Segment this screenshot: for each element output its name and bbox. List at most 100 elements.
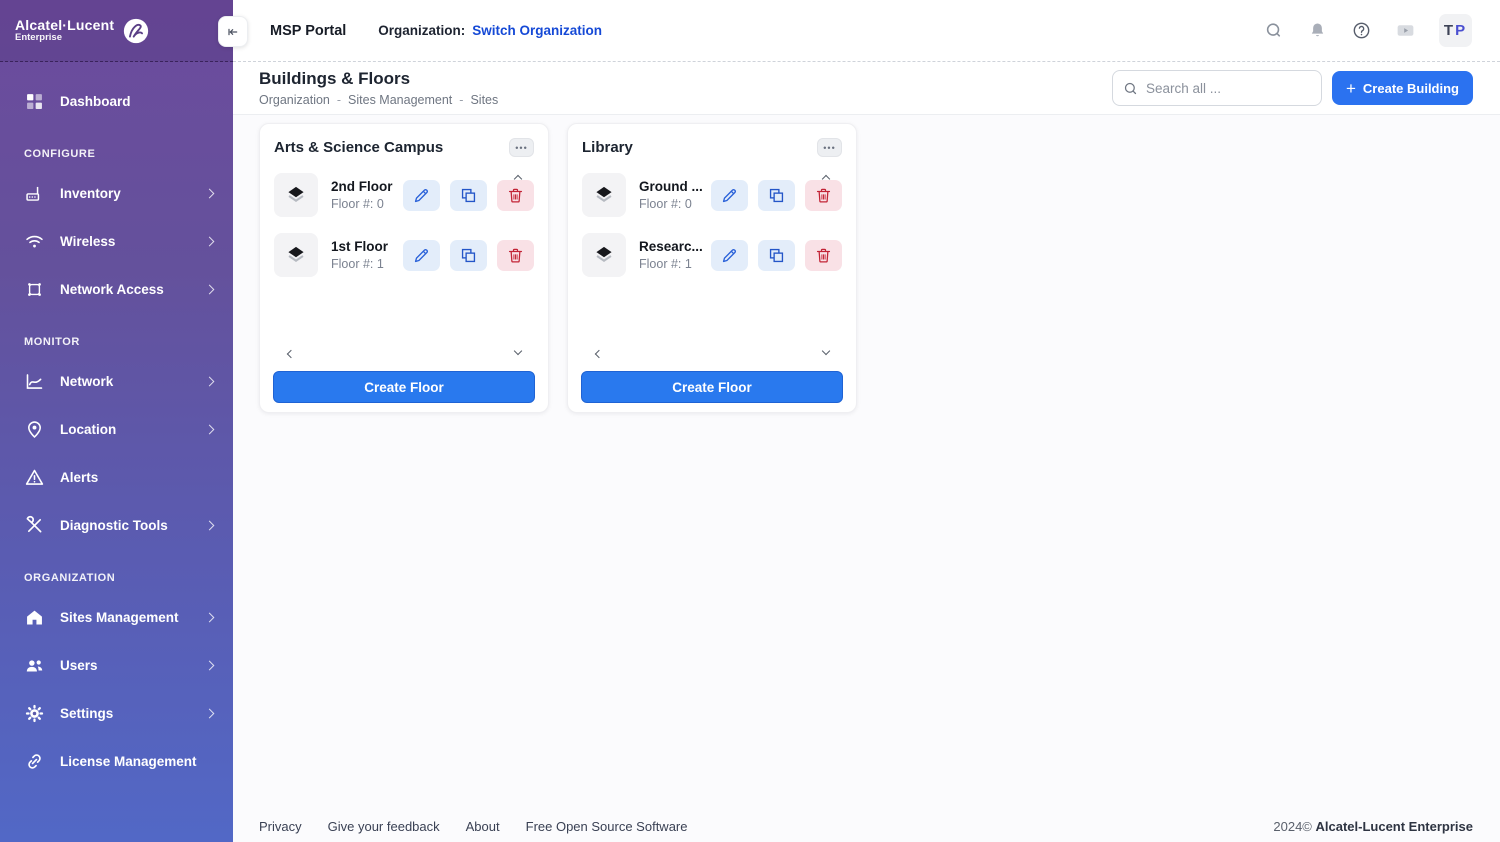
- scroll-down-icon[interactable]: [513, 346, 523, 356]
- copy-icon: [461, 248, 476, 262]
- scroll-left-icon[interactable]: [594, 349, 604, 359]
- delete-floor-button[interactable]: [805, 239, 842, 271]
- sidebar-item-dashboard[interactable]: Dashboard: [0, 78, 233, 124]
- alcatel-lucent-logo-icon: [122, 17, 150, 45]
- avatar-initial-1: T: [1443, 22, 1456, 39]
- dashboard-icon: [24, 91, 45, 112]
- copy-floor-button[interactable]: [450, 239, 487, 271]
- brand-logo-area: Alcatel·Lucent Enterprise: [0, 0, 233, 62]
- floor-row: Ground ... Floor #: 0: [582, 173, 842, 217]
- sidebar-item-label: Location: [60, 421, 117, 437]
- footer-link-about[interactable]: About: [466, 819, 500, 834]
- home-icon: [24, 607, 45, 628]
- building-menu-button[interactable]: •••: [817, 138, 842, 157]
- create-building-label: Create Building: [1362, 80, 1459, 96]
- copy-icon: [461, 188, 476, 202]
- scroll-left-icon[interactable]: [286, 349, 296, 359]
- search-all-box: [1111, 70, 1322, 106]
- delete-floor-button[interactable]: [805, 179, 842, 211]
- sidebar-item-diagnostic-tools[interactable]: Diagnostic Tools: [0, 502, 233, 548]
- sidebar-item-label: Users: [60, 657, 98, 673]
- footer-link-feedback[interactable]: Give your feedback: [328, 819, 440, 834]
- sidebar-nav: Dashboard CONFIGURE Inventory Wireless N…: [0, 62, 233, 784]
- search-all-input[interactable]: [1145, 80, 1311, 96]
- plus-icon: +: [1345, 78, 1356, 98]
- edit-floor-button[interactable]: [403, 179, 440, 211]
- chevron-right-icon: [204, 612, 215, 622]
- copy-floor-button[interactable]: [758, 179, 795, 211]
- edit-floor-button[interactable]: [403, 239, 440, 271]
- sidebar-item-label: Alerts: [60, 469, 99, 485]
- floor-name: 2nd Floor: [331, 179, 393, 194]
- user-avatar[interactable]: TP: [1439, 14, 1472, 47]
- video-tutorial-icon[interactable]: [1395, 20, 1416, 41]
- breadcrumb-sites[interactable]: Sites: [470, 93, 498, 107]
- network-access-icon: [24, 279, 45, 300]
- building-name: Arts & Science Campus: [274, 139, 444, 156]
- sidebar-item-label: Inventory: [60, 185, 121, 201]
- sidebar-item-network-access[interactable]: Network Access: [0, 266, 233, 312]
- footer-link-privacy[interactable]: Privacy: [259, 819, 302, 834]
- avatar-initial-2: P: [1455, 22, 1468, 39]
- floor-layers-icon: [274, 173, 318, 217]
- trash-icon: [816, 188, 831, 203]
- copy-floor-button[interactable]: [450, 179, 487, 211]
- chevron-right-icon: [204, 520, 215, 530]
- pencil-icon: [414, 188, 428, 202]
- scroll-down-icon[interactable]: [821, 346, 831, 356]
- sidebar-section-configure: CONFIGURE: [24, 148, 96, 160]
- floor-layers-icon: [582, 173, 626, 217]
- floor-layers-icon: [582, 233, 626, 277]
- sidebar-section-organization: ORGANIZATION: [24, 572, 116, 584]
- create-floor-button[interactable]: Create Floor: [581, 371, 843, 403]
- breadcrumb-organization[interactable]: Organization: [259, 93, 330, 107]
- sidebar-item-users[interactable]: Users: [0, 642, 233, 688]
- sidebar-item-label: Sites Management: [60, 609, 179, 625]
- sidebar-item-settings[interactable]: Settings: [0, 690, 233, 736]
- gear-icon: [24, 703, 45, 724]
- building-card-arts-science-campus: Arts & Science Campus ••• 2nd Floor Floo…: [259, 123, 549, 413]
- sidebar-item-license-management[interactable]: License Management: [0, 738, 233, 784]
- sidebar: Alcatel·Lucent Enterprise Dashboard CONF…: [0, 0, 233, 842]
- delete-floor-button[interactable]: [497, 239, 534, 271]
- link-icon: [24, 751, 45, 772]
- sidebar-item-label: Settings: [60, 705, 114, 721]
- floor-name: 1st Floor: [331, 239, 389, 254]
- copy-floor-button[interactable]: [758, 239, 795, 271]
- sidebar-item-wireless[interactable]: Wireless: [0, 218, 233, 264]
- create-floor-button[interactable]: Create Floor: [273, 371, 535, 403]
- create-building-button[interactable]: + Create Building: [1331, 71, 1473, 105]
- sidebar-item-alerts[interactable]: Alerts: [0, 454, 233, 500]
- sidebar-item-location[interactable]: Location: [0, 406, 233, 452]
- sidebar-item-network[interactable]: Network: [0, 358, 233, 404]
- copyright-company: Alcatel-Lucent Enterprise: [1315, 819, 1474, 834]
- sidebar-item-label: Dashboard: [60, 93, 131, 109]
- floor-number: Floor #: 1: [331, 257, 384, 271]
- page-title: Buildings & Floors: [259, 69, 411, 88]
- sidebar-item-sites-management[interactable]: Sites Management: [0, 594, 233, 640]
- brand-subname: Enterprise: [15, 31, 62, 43]
- switch-organization-link[interactable]: Switch Organization: [472, 23, 602, 38]
- delete-floor-button[interactable]: [497, 179, 534, 211]
- floor-number: Floor #: 0: [639, 197, 692, 211]
- notifications-bell-icon[interactable]: [1307, 20, 1328, 41]
- edit-floor-button[interactable]: [711, 239, 748, 271]
- breadcrumb-sites-management[interactable]: Sites Management: [348, 93, 452, 107]
- help-icon[interactable]: [1351, 20, 1372, 41]
- search-icon[interactable]: [1263, 20, 1284, 41]
- building-menu-button[interactable]: •••: [509, 138, 534, 157]
- footer-link-foss[interactable]: Free Open Source Software: [526, 819, 688, 834]
- footer: Privacy Give your feedback About Free Op…: [259, 819, 1473, 834]
- wireless-icon: [24, 231, 45, 252]
- sidebar-item-inventory[interactable]: Inventory: [0, 170, 233, 216]
- chevron-right-icon: [204, 236, 215, 246]
- copyright: 2024© Alcatel-Lucent Enterprise: [1273, 819, 1473, 834]
- topbar: MSP Portal Organization: Switch Organiza…: [233, 0, 1500, 62]
- trash-icon: [508, 248, 523, 263]
- edit-floor-button[interactable]: [711, 179, 748, 211]
- chevron-right-icon: [204, 708, 215, 718]
- chevron-right-icon: [204, 660, 215, 670]
- sidebar-item-label: License Management: [60, 753, 197, 769]
- inventory-icon: [24, 183, 45, 204]
- sidebar-collapse-button[interactable]: [218, 16, 248, 47]
